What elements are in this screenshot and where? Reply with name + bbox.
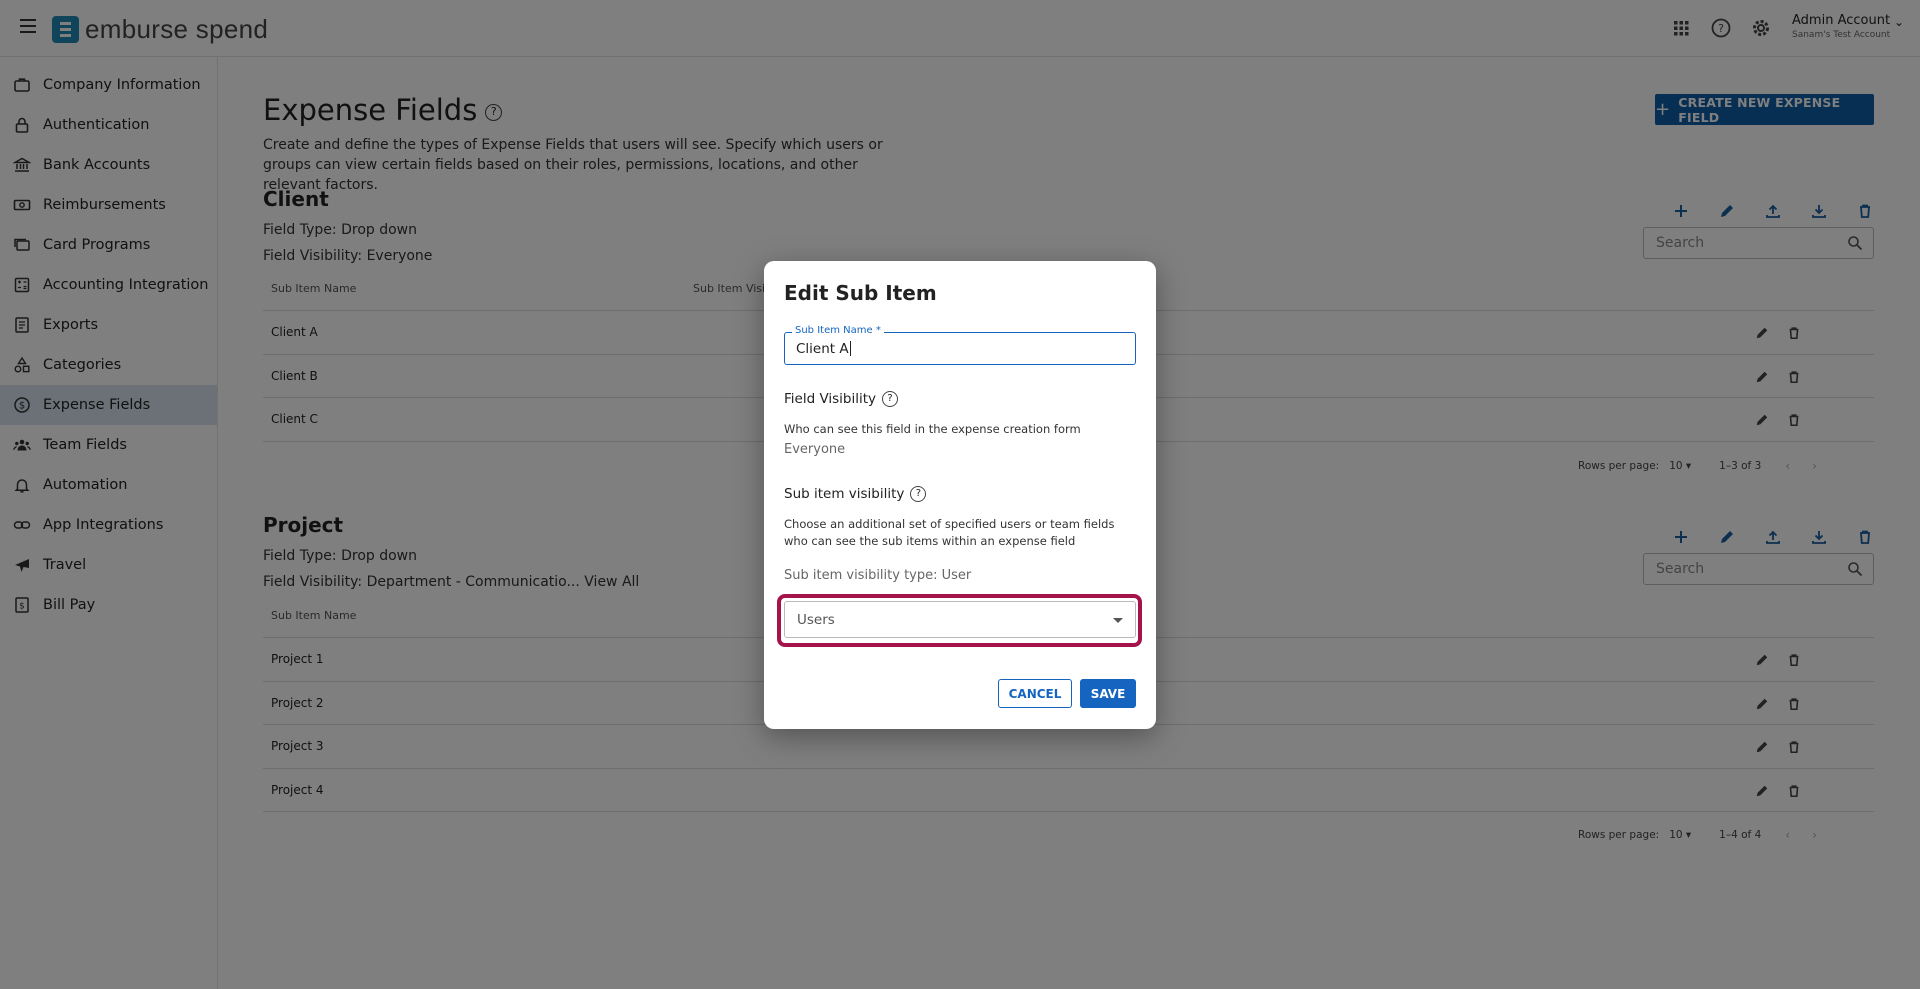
dropdown-arrow-icon (1113, 618, 1123, 623)
users-select-value: Users (797, 612, 835, 628)
field-visibility-description: Who can see this field in the expense cr… (784, 422, 1081, 436)
edit-sub-item-dialog: Edit Sub Item Sub Item Name * Client A F… (764, 261, 1156, 729)
field-visibility-heading-text: Field Visibility (784, 391, 877, 407)
help-circle-icon[interactable]: ? (882, 391, 899, 407)
sub-item-name-field[interactable]: Sub Item Name * Client A (784, 325, 1136, 365)
text-cursor (849, 341, 851, 356)
sub-item-name-value: Client A (796, 341, 849, 357)
field-visibility-value: Everyone (784, 442, 846, 457)
help-circle-icon[interactable]: ? (910, 486, 927, 502)
save-button[interactable]: SAVE (1080, 679, 1136, 708)
dialog-title: Edit Sub Item (784, 281, 937, 305)
sub-item-visibility-heading-text: Sub item visibility (784, 486, 905, 502)
sub-item-name-label: Sub Item Name * (792, 325, 884, 336)
users-select[interactable]: Users (784, 601, 1136, 638)
sub-item-visibility-description: Choose an additional set of specified us… (784, 517, 1115, 548)
sub-item-visibility-type: Sub item visibility type: User (784, 568, 972, 583)
cancel-button[interactable]: CANCEL (998, 679, 1072, 708)
sub-item-visibility-heading: Sub item visibility? (784, 486, 927, 502)
field-visibility-heading: Field Visibility? (784, 391, 899, 407)
